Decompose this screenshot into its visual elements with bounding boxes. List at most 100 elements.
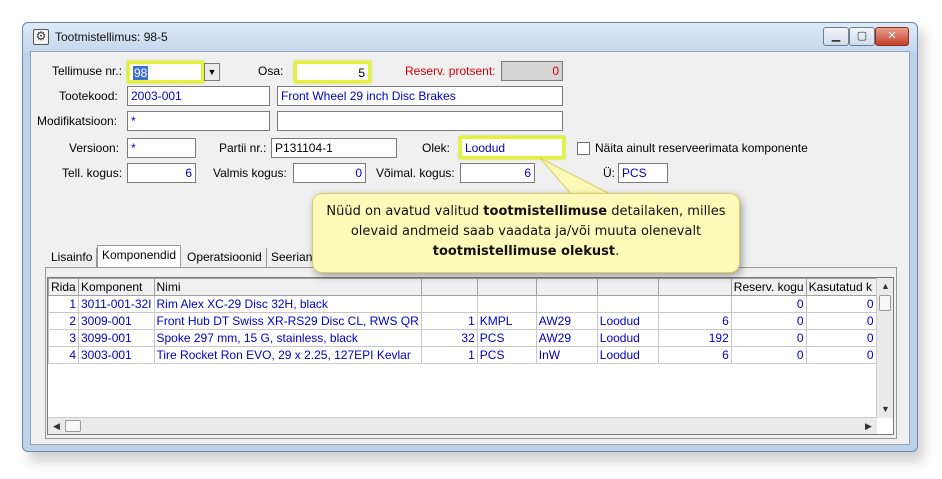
reserve-percent-field: 0 (501, 61, 563, 81)
col-header-reserved[interactable]: Reserv. kogu (730, 278, 807, 296)
cell-name[interactable]: Tire Rocket Ron EVO, 29 x 2.25, 127EPI K… (153, 346, 422, 364)
version-field[interactable]: * (127, 138, 196, 158)
order-qty-field[interactable]: 6 (127, 163, 196, 183)
tab-operatsioonid[interactable]: Operatsioonid (183, 248, 267, 268)
cell-status[interactable]: Loodud (596, 329, 659, 347)
cell-row[interactable]: 1 (48, 295, 79, 313)
scroll-up-icon[interactable]: ▲ (877, 278, 893, 295)
cell-unit[interactable] (476, 295, 537, 313)
show-unreserved-checkbox[interactable] (577, 142, 590, 155)
cell-qty[interactable]: 32 (420, 329, 478, 347)
cell-qty[interactable] (420, 295, 478, 313)
cell-need[interactable]: 6 (657, 312, 732, 330)
scroll-down-icon[interactable]: ▼ (877, 401, 893, 418)
cell-status[interactable]: Loodud (596, 346, 659, 364)
callout-text-3: . (615, 244, 620, 259)
cell-row[interactable]: 2 (48, 312, 79, 330)
cell-used[interactable]: 0 (805, 346, 877, 364)
grid-horizontal-scrollbar[interactable]: ◀ ▶ (48, 417, 877, 434)
cell-used[interactable]: 0 (805, 295, 877, 313)
cell-warehouse[interactable]: AW29 (535, 329, 598, 347)
vertical-scroll-thumb[interactable] (879, 295, 891, 311)
cell-status[interactable] (596, 295, 659, 313)
ready-qty-label: Valmis kogus: (213, 166, 287, 180)
product-code-field[interactable]: 2003-001 (127, 86, 270, 106)
window-title: Tootmistellimus: 98-5 (55, 30, 168, 44)
tab-seerian[interactable]: Seerian (267, 248, 316, 268)
cell-used[interactable]: 0 (805, 312, 877, 330)
cell-need[interactable] (657, 295, 732, 313)
cell-component[interactable]: 3011-001-32I (78, 295, 155, 313)
title-bar[interactable]: ⚙ Tootmistellimus: 98-5 ▁ ▢ ✕ (23, 23, 917, 51)
cell-unit[interactable]: PCS (476, 329, 537, 347)
col-header-qty[interactable] (420, 278, 478, 296)
cell-warehouse[interactable]: AW29 (535, 312, 598, 330)
table-row[interactable]: 4 3003-001 Tire Rocket Ron EVO, 29 x 2.2… (48, 346, 877, 364)
reserve-percent-label: Reserv. protsent: (405, 64, 496, 78)
cell-reserved[interactable]: 0 (730, 329, 807, 347)
product-name-field[interactable]: Front Wheel 29 inch Disc Brakes (277, 86, 563, 106)
cell-reserved[interactable]: 0 (730, 312, 807, 330)
table-row[interactable]: 2 3009-001 Front Hub DT Swiss XR-RS29 Di… (48, 312, 877, 330)
cell-warehouse[interactable] (535, 295, 598, 313)
cell-reserved[interactable]: 0 (730, 295, 807, 313)
cell-component[interactable]: 3003-001 (78, 346, 155, 364)
tab-komponendid[interactable]: Komponendid (97, 245, 182, 268)
version-label: Versioon: (69, 141, 120, 155)
batch-label: Partii nr.: (219, 141, 267, 155)
cell-name[interactable]: Spoke 297 mm, 15 G, stainless, black (153, 329, 422, 347)
cell-qty[interactable]: 1 (420, 346, 478, 364)
possible-qty-label: Võimal. kogus: (376, 166, 455, 180)
col-header-used[interactable]: Kasutatud k (805, 278, 877, 296)
horizontal-scroll-thumb[interactable] (65, 420, 81, 432)
order-no-combo[interactable]: 98 (127, 61, 204, 83)
modification-name-field[interactable] (277, 111, 563, 131)
cell-row[interactable]: 3 (48, 329, 79, 347)
grid-vertical-scrollbar[interactable]: ▲ ▼ (876, 278, 893, 418)
cell-used[interactable]: 0 (805, 329, 877, 347)
part-label: Osa: (258, 64, 284, 78)
ready-qty-field[interactable]: 0 (293, 163, 366, 183)
cell-unit[interactable]: KMPL (476, 312, 537, 330)
status-field[interactable]: Loodud (459, 136, 565, 159)
part-field[interactable]: 5 (294, 61, 371, 83)
cell-reserved[interactable]: 0 (730, 346, 807, 364)
cell-name[interactable]: Front Hub DT Swiss XR-RS29 Disc CL, RWS … (153, 312, 422, 330)
cell-component[interactable]: 3009-001 (78, 312, 155, 330)
table-row[interactable]: 1 3011-001-32I Rim Alex XC-29 Disc 32H, … (48, 295, 877, 313)
product-code-label: Tootekood: (59, 89, 118, 103)
close-button[interactable]: ✕ (875, 27, 909, 46)
maximize-button[interactable]: ▢ (849, 27, 875, 46)
minimize-button[interactable]: ▁ (823, 27, 849, 46)
show-unreserved-label: Näita ainult reserveerimata komponente (595, 141, 808, 155)
cell-warehouse[interactable]: InW (535, 346, 598, 364)
cell-component[interactable]: 3099-001 (78, 329, 155, 347)
table-row[interactable]: 3 3099-001 Spoke 297 mm, 15 G, stainless… (48, 329, 877, 347)
callout-text-1: Nüüd on avatud valitud (326, 204, 484, 219)
col-header-component[interactable]: Komponent (78, 278, 155, 296)
col-header-name[interactable]: Nimi (153, 278, 422, 296)
cell-status[interactable]: Loodud (596, 312, 659, 330)
cell-need[interactable]: 6 (657, 346, 732, 364)
col-header-unit[interactable] (476, 278, 537, 296)
unit-field[interactable]: PCS (618, 163, 668, 183)
possible-qty-field[interactable]: 6 (460, 163, 535, 183)
unit-label: Ü: (603, 166, 615, 180)
scroll-right-icon[interactable]: ▶ (860, 418, 877, 434)
batch-field[interactable]: P131104-1 (271, 138, 397, 158)
cell-qty[interactable]: 1 (420, 312, 478, 330)
tab-lisainfo[interactable]: Lisainfo (47, 248, 98, 268)
col-header-need[interactable] (657, 278, 732, 296)
col-header-status[interactable] (596, 278, 659, 296)
cell-need[interactable]: 192 (657, 329, 732, 347)
cell-row[interactable]: 4 (48, 346, 79, 364)
col-header-row[interactable]: Rida (48, 278, 79, 296)
scroll-left-icon[interactable]: ◀ (48, 418, 65, 434)
order-qty-label: Tell. kogus: (62, 166, 123, 180)
help-callout: Nüüd on avatud valitud tootmistellimuse … (312, 193, 740, 273)
cell-name[interactable]: Rim Alex XC-29 Disc 32H, black (153, 295, 422, 313)
modification-field[interactable]: * (127, 111, 270, 131)
cell-unit[interactable]: PCS (476, 346, 537, 364)
col-header-warehouse[interactable] (535, 278, 598, 296)
order-no-dropdown-icon[interactable]: ▼ (204, 63, 220, 81)
